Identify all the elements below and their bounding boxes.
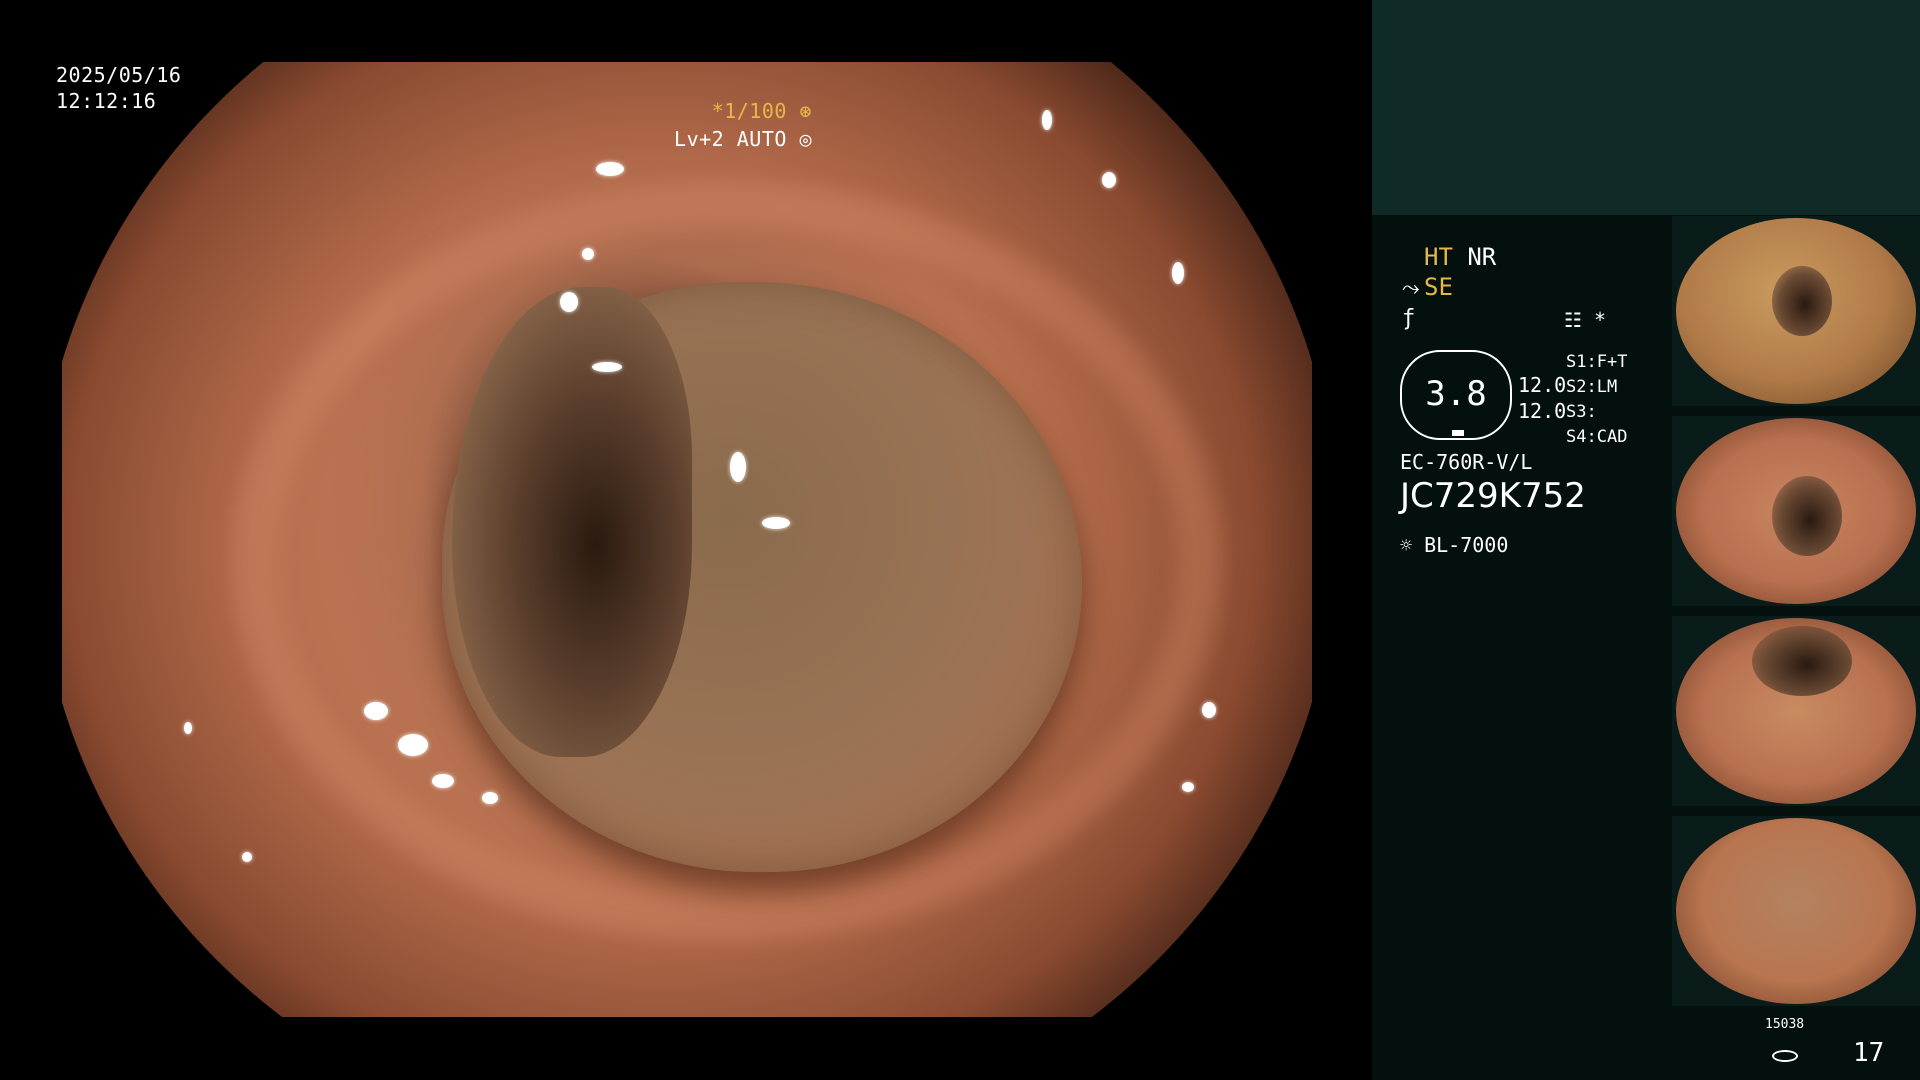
specular-highlight xyxy=(1172,262,1184,284)
gauge-number-1: 12.0 xyxy=(1518,373,1567,397)
specular-highlight xyxy=(1042,110,1052,130)
specular-highlight xyxy=(184,722,192,734)
specular-highlight xyxy=(596,162,624,176)
gauge-number-2: 12.0 xyxy=(1518,399,1567,423)
thumbnail-image xyxy=(1676,818,1916,1004)
disk-icon xyxy=(1772,1050,1798,1062)
zoom-gauge: 3.8 xyxy=(1400,350,1512,440)
date-time: 2025/05/16 12:12:16 xyxy=(56,62,181,114)
thumbnail-3[interactable] xyxy=(1672,616,1920,806)
brightness-level-value: Lv+2 AUTO xyxy=(674,127,787,151)
thumbnail-2[interactable] xyxy=(1672,416,1920,606)
enhancement-curve-icon: ⤳ xyxy=(1402,276,1420,301)
mode-ht: HT xyxy=(1424,243,1453,271)
thumbnail-1[interactable] xyxy=(1672,216,1920,406)
specular-highlight xyxy=(242,852,252,862)
shutter-speed-value: *1/100 xyxy=(711,99,787,123)
specular-highlight xyxy=(398,734,428,756)
f-curve-icon: ƒ xyxy=(1402,306,1416,331)
specular-highlight xyxy=(364,702,388,720)
specular-highlight xyxy=(730,452,746,482)
mode-nr: NR xyxy=(1467,243,1497,271)
light-source-label: BL-7000 xyxy=(1424,533,1509,557)
thumbnail-lumen xyxy=(1772,266,1832,336)
specular-highlight xyxy=(1182,782,1194,792)
mode-se: SE xyxy=(1424,273,1453,301)
auto-iris-icon: ◎ xyxy=(799,127,812,151)
light-source-icon: ☼ xyxy=(1400,533,1413,557)
gauge-numbers: 12.0 12.0 xyxy=(1518,372,1566,424)
light-source: ☼ BL-7000 xyxy=(1400,533,1508,557)
thumbnail-lumen xyxy=(1752,626,1852,696)
asterisk: * xyxy=(1593,308,1607,332)
specular-highlight xyxy=(582,248,594,260)
menu-list-icon: ☷ * xyxy=(1564,308,1607,332)
specular-highlight xyxy=(1102,172,1116,188)
brightness-level: Lv+2 AUTO ◎ xyxy=(674,127,812,151)
specular-highlight xyxy=(762,517,790,529)
captured-image-count: 17 xyxy=(1853,1038,1885,1068)
gauge-marker-icon xyxy=(1452,430,1464,436)
image-counter: 15038 xyxy=(1765,1017,1805,1032)
time: 12:12:16 xyxy=(56,89,157,113)
endoscopic-image xyxy=(62,62,1312,1017)
endoscope-view: 2025/05/16 12:12:16 *1/100 ⊛ Lv+2 AUTO ◎ xyxy=(0,0,1372,1080)
thumbnail-4[interactable] xyxy=(1672,816,1920,1006)
scope-serial: JC729K752 xyxy=(1400,476,1586,516)
aperture-icon: ⊛ xyxy=(799,99,812,123)
gauge-value: 3.8 xyxy=(1425,374,1487,414)
slot-s3: S3: xyxy=(1566,402,1597,422)
thumbnail-lumen xyxy=(1772,476,1842,556)
panel-header-block xyxy=(1372,0,1920,215)
scope-model: EC-760R-V/L xyxy=(1400,450,1533,474)
specular-highlight xyxy=(592,362,622,372)
specular-highlight xyxy=(432,774,454,788)
mode-indicators: HT NR SE xyxy=(1424,242,1496,302)
slot-s2: S2:LM xyxy=(1566,377,1618,397)
specular-highlight xyxy=(482,792,498,804)
shutter-speed: *1/100 ⊛ xyxy=(712,99,812,123)
specular-highlight xyxy=(560,292,578,312)
slot-s1: S1:F+T xyxy=(1566,352,1628,372)
slot-s4: S4:CAD xyxy=(1566,427,1628,447)
specular-highlight xyxy=(1202,702,1216,718)
date: 2025/05/16 xyxy=(56,63,182,87)
switch-slots: S1:F+T S2:LM S3: S4:CAD xyxy=(1566,350,1627,450)
